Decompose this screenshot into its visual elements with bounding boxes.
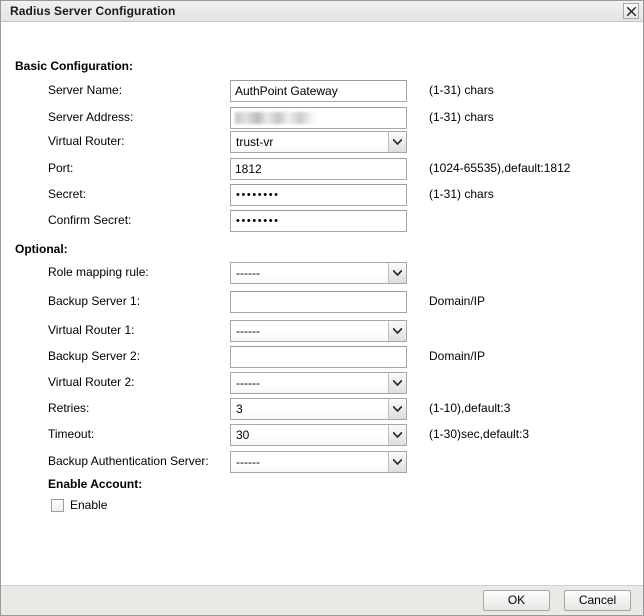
virtual-router-select-value: trust-vr: [236, 135, 274, 149]
field-row-backup-auth-server: Backup Authentication Server: ------: [1, 451, 643, 473]
enable-checkbox[interactable]: [51, 499, 64, 512]
server-name-input[interactable]: AuthPoint Gateway: [230, 80, 407, 102]
field-wrap-backup-auth-server: ------: [230, 451, 407, 473]
hint-backup-server-2: Domain/IP: [429, 349, 486, 363]
radius-server-configuration-dialog: Radius Server Configuration Basic Config…: [0, 0, 644, 616]
field-row-server-address: Server Address: (1-31) chars: [1, 107, 643, 129]
label-virtual-router-1: Virtual Router 1:: [48, 323, 135, 337]
field-row-virtual-router-2: Virtual Router 2: ------: [1, 372, 643, 394]
hint-secret: (1-31) chars: [429, 187, 494, 201]
enable-checkbox-label: Enable: [70, 498, 108, 512]
chevron-down-icon[interactable]: [388, 399, 406, 419]
label-virtual-router: Virtual Router:: [48, 134, 125, 148]
secret-input[interactable]: ••••••••: [230, 184, 407, 206]
timeout-select-value: 30: [236, 428, 250, 442]
backup-authentication-server-select-value: ------: [236, 455, 260, 469]
confirm-secret-input[interactable]: ••••••••: [230, 210, 407, 232]
field-wrap-server-name: AuthPoint Gateway: [230, 80, 407, 102]
field-row-virtual-router: Virtual Router: trust-vr: [1, 131, 643, 153]
field-wrap-secret: ••••••••: [230, 184, 407, 206]
chevron-down-icon[interactable]: [388, 425, 406, 445]
section-title-optional: Optional:: [15, 242, 68, 256]
retries-select-value: 3: [236, 402, 243, 416]
ok-button[interactable]: OK: [483, 590, 550, 611]
field-wrap-virtual-router-2: ------: [230, 372, 407, 394]
field-wrap-virtual-router-1: ------: [230, 320, 407, 342]
dialog-footer: OK Cancel: [1, 585, 643, 615]
virtual-router-2-select-value: ------: [236, 376, 260, 390]
chevron-down-icon[interactable]: [388, 263, 406, 283]
hint-timeout: (1-30)sec,default:3: [429, 427, 530, 441]
backup-server-1-input[interactable]: [230, 291, 407, 313]
field-wrap-server-address: [230, 107, 407, 129]
field-wrap-backup-server-2: [230, 346, 407, 368]
chevron-down-icon[interactable]: [388, 452, 406, 472]
field-wrap-confirm-secret: ••••••••: [230, 210, 407, 232]
field-row-server-name: Server Name: AuthPoint Gateway (1-31) ch…: [1, 80, 643, 102]
section-title-basic: Basic Configuration:: [15, 59, 134, 73]
field-row-enable-account-title: Enable Account:: [1, 474, 643, 496]
field-row-confirm-secret: Confirm Secret: ••••••••: [1, 210, 643, 232]
role-mapping-rule-select-value: ------: [236, 266, 260, 280]
timeout-select[interactable]: 30: [230, 424, 407, 446]
label-backup-authentication-server: Backup Authentication Server:: [48, 454, 209, 468]
field-row-backup-server-2: Backup Server 2: Domain/IP: [1, 346, 643, 368]
label-virtual-router-2: Virtual Router 2:: [48, 375, 135, 389]
hint-retries: (1-10),default:3: [429, 401, 511, 415]
field-row-retries: Retries: 3 (1-10),default:3: [1, 398, 643, 420]
field-row-port: Port: 1812 (1024-65535),default:1812: [1, 158, 643, 180]
chevron-down-icon[interactable]: [388, 373, 406, 393]
field-wrap-backup-server-1: [230, 291, 407, 313]
redacted-value-mask: [235, 112, 319, 124]
port-input[interactable]: 1812: [230, 158, 407, 180]
virtual-router-2-select[interactable]: ------: [230, 372, 407, 394]
dialog-title: Radius Server Configuration: [10, 4, 176, 18]
dialog-body: Basic Configuration: Server Name: AuthPo…: [1, 22, 643, 585]
hint-backup-server-1: Domain/IP: [429, 294, 486, 308]
label-timeout: Timeout:: [48, 427, 95, 441]
hint-port: (1024-65535),default:1812: [429, 161, 571, 175]
label-role-mapping-rule: Role mapping rule:: [48, 265, 149, 279]
label-backup-server-1: Backup Server 1:: [48, 294, 141, 308]
label-secret: Secret:: [48, 187, 87, 201]
field-row-virtual-router-1: Virtual Router 1: ------: [1, 320, 643, 342]
label-port: Port:: [48, 161, 74, 175]
label-server-address: Server Address:: [48, 110, 134, 124]
label-server-name: Server Name:: [48, 83, 123, 97]
cancel-button[interactable]: Cancel: [564, 590, 631, 611]
field-wrap-timeout: 30: [230, 424, 407, 446]
field-wrap-virtual-router: trust-vr: [230, 131, 407, 153]
dialog-titlebar: Radius Server Configuration: [1, 1, 643, 22]
label-backup-server-2: Backup Server 2:: [48, 349, 141, 363]
backup-authentication-server-select[interactable]: ------: [230, 451, 407, 473]
virtual-router-1-select[interactable]: ------: [230, 320, 407, 342]
retries-select[interactable]: 3: [230, 398, 407, 420]
hint-server-address: (1-31) chars: [429, 110, 494, 124]
field-wrap-retries: 3: [230, 398, 407, 420]
field-row-backup-server-1: Backup Server 1: Domain/IP: [1, 291, 643, 313]
label-retries: Retries:: [48, 401, 90, 415]
backup-server-2-input[interactable]: [230, 346, 407, 368]
label-confirm-secret: Confirm Secret:: [48, 213, 132, 227]
server-address-input[interactable]: [230, 107, 407, 129]
field-wrap-role-mapping: ------: [230, 262, 407, 284]
chevron-down-icon[interactable]: [388, 321, 406, 341]
close-icon[interactable]: [623, 3, 639, 19]
virtual-router-1-select-value: ------: [236, 324, 260, 338]
chevron-down-icon[interactable]: [388, 132, 406, 152]
virtual-router-select[interactable]: trust-vr: [230, 131, 407, 153]
field-row-secret: Secret: •••••••• (1-31) chars: [1, 184, 643, 206]
field-wrap-port: 1812: [230, 158, 407, 180]
section-title-enable-account: Enable Account:: [48, 477, 143, 491]
role-mapping-rule-select[interactable]: ------: [230, 262, 407, 284]
hint-server-name: (1-31) chars: [429, 83, 494, 97]
field-row-timeout: Timeout: 30 (1-30)sec,default:3: [1, 424, 643, 446]
field-row-role-mapping: Role mapping rule: ------: [1, 262, 643, 284]
